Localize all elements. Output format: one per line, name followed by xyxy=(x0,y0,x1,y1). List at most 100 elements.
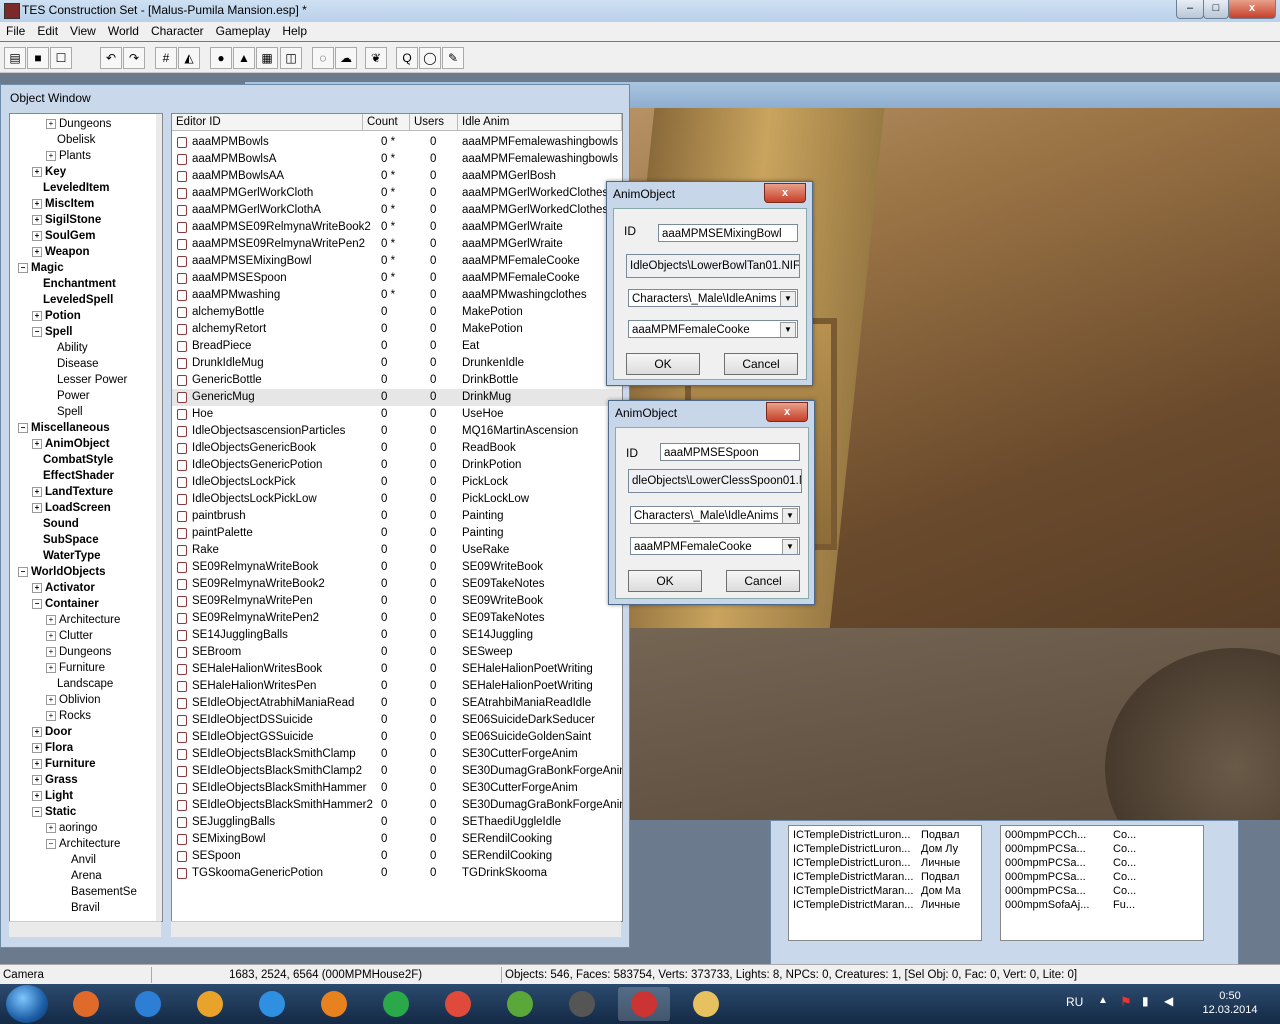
tree-item[interactable]: + Oblivion xyxy=(46,692,101,708)
expand-icon[interactable]: + xyxy=(32,726,42,737)
taskbar-button[interactable] xyxy=(308,987,360,1021)
expand-icon[interactable]: + xyxy=(32,214,42,225)
table-row[interactable]: aaaMPMBowlsAA 0 * 0 aaaMPMGerlBosh xyxy=(172,168,622,185)
tree-item[interactable]: Enchantment xyxy=(32,276,116,292)
list-hscrollbar[interactable] xyxy=(171,921,621,937)
tree-item[interactable]: + Furniture xyxy=(32,756,95,772)
table-row[interactable]: SE09RelmynaWriteBook 0 0 SE09WriteBook xyxy=(172,559,622,576)
taskbar-button[interactable] xyxy=(618,987,670,1021)
pencil-icon[interactable]: ✎ xyxy=(442,47,464,69)
network-icon[interactable]: ▮ xyxy=(1142,994,1149,1008)
table-row[interactable]: SEIdleObjectsBlackSmithClamp2 0 0 SE30Dumag… xyxy=(172,763,622,780)
table-row[interactable]: SE14JugglingBalls 0 0 SE14Juggling xyxy=(172,627,622,644)
redo-icon[interactable]: ↷ xyxy=(123,47,145,69)
tree-item[interactable]: + Potion xyxy=(32,308,81,324)
preferences-icon[interactable]: ☐ xyxy=(50,47,72,69)
world-icon[interactable]: ● xyxy=(210,47,232,69)
expand-icon[interactable]: + xyxy=(46,118,56,129)
table-row[interactable]: SEIdleObjectsBlackSmithClamp 0 0 SE30Cutter… xyxy=(172,746,622,763)
list-item[interactable]: ICTempleDistrictLuron... Дом Лу xyxy=(793,842,958,856)
menu-file[interactable]: File xyxy=(0,22,31,40)
tree-item[interactable]: LeveledSpell xyxy=(32,292,113,308)
table-row[interactable]: SEHaleHalionWritesPen 0 0 SEHaleHalionPoetW… xyxy=(172,678,622,695)
expand-icon[interactable]: + xyxy=(32,246,42,257)
chevron-down-icon[interactable]: ▼ xyxy=(782,539,798,554)
tree-item[interactable]: + LoadScreen xyxy=(32,500,111,516)
menu-character[interactable]: Character xyxy=(145,22,210,40)
menu-edit[interactable]: Edit xyxy=(31,22,64,40)
tree-item[interactable]: + MiscItem xyxy=(32,196,94,212)
tree-item[interactable]: Sound xyxy=(32,516,79,532)
sky-icon[interactable]: ☁ xyxy=(335,47,357,69)
column-users[interactable]: Users xyxy=(410,114,458,131)
tree-item[interactable]: + Architecture xyxy=(46,612,120,628)
expand-icon[interactable]: + xyxy=(32,742,42,753)
table-row[interactable]: Rake 0 0 UseRake xyxy=(172,542,622,559)
table-row[interactable]: SEMixingBowl 0 0 SERendilCooking xyxy=(172,831,622,848)
column-editor-id[interactable]: Editor ID xyxy=(172,114,363,131)
table-row[interactable]: GenericMug 0 0 DrinkMug xyxy=(172,389,622,406)
tree-item[interactable]: CombatStyle xyxy=(32,452,113,468)
tree-scrollbar[interactable] xyxy=(156,114,162,921)
idle-anim-dropdown[interactable]: aaaMPMFemaleCooke ▼ xyxy=(628,320,798,338)
table-row[interactable]: SEIdleObjectsBlackSmithHammer 0 0 SE30Cutte… xyxy=(172,780,622,797)
taskbar-button[interactable] xyxy=(494,987,546,1021)
list-item[interactable]: ICTempleDistrictMaran... Дом Ма xyxy=(793,884,961,898)
bitmap-icon[interactable]: ▦ xyxy=(256,47,278,69)
expand-icon[interactable]: + xyxy=(32,198,42,209)
tree-item[interactable]: + aoringo xyxy=(46,820,97,836)
collapse-icon[interactable]: − xyxy=(46,838,56,849)
table-row[interactable]: aaaMPMGerlWorkCloth 0 * 0 aaaMPMGerlWorkedC… xyxy=(172,185,622,202)
cell-list[interactable]: ICTempleDistrictLuron... Подвал ICTempleDi… xyxy=(788,825,982,941)
table-row[interactable]: aaaMPMSE09RelmynaWritePen2 0 * 0 aaaMPMGerl… xyxy=(172,236,622,253)
table-row[interactable]: SE09RelmynaWritePen2 0 0 SE09TakeNotes xyxy=(172,610,622,627)
tree-item[interactable]: + SoulGem xyxy=(32,228,95,244)
object-tree[interactable]: + Dungeons Obelisk + Plants + Key LeveledItem + M… xyxy=(9,113,163,922)
dialog-close-icon[interactable]: x xyxy=(766,402,808,422)
table-row[interactable]: TGSkoomaGenericPotion 0 0 TGDrinkSkooma xyxy=(172,865,622,882)
anim-path-dropdown[interactable]: Characters\_Male\IdleAnims ▼ xyxy=(630,506,800,524)
list-item[interactable]: 000mpmPCSa... Co... xyxy=(1005,856,1136,870)
volume-icon[interactable]: ◀ xyxy=(1164,994,1173,1008)
list-item[interactable]: 000mpmPCSa... Co... xyxy=(1005,842,1136,856)
table-row[interactable]: aaaMPMSESpoon 0 * 0 aaaMPMFemaleCooke xyxy=(172,270,622,287)
expand-icon[interactable]: + xyxy=(32,438,42,449)
tree-item[interactable]: − Spell xyxy=(32,324,72,340)
minimize-button[interactable]: – xyxy=(1176,0,1204,19)
tree-item[interactable]: BasementSe xyxy=(60,884,137,900)
undo-icon[interactable]: ↶ xyxy=(100,47,122,69)
tree-item[interactable]: Spell xyxy=(46,404,83,420)
tree-hscrollbar[interactable] xyxy=(9,921,161,937)
tree-item[interactable]: SubSpace xyxy=(32,532,99,548)
collapse-icon[interactable]: − xyxy=(32,598,42,609)
tree-item[interactable]: − Container xyxy=(32,596,99,612)
tree-item[interactable]: Arena xyxy=(60,868,102,884)
tree-item[interactable]: + Light xyxy=(32,788,73,804)
tree-item[interactable]: + Furniture xyxy=(46,660,105,676)
menu-view[interactable]: View xyxy=(64,22,102,40)
leaf-icon[interactable]: ❦ xyxy=(365,47,387,69)
collapse-icon[interactable]: − xyxy=(32,806,42,817)
list-item[interactable]: 000mpmPCSa... Co... xyxy=(1005,884,1136,898)
tree-item[interactable]: Disease xyxy=(46,356,99,372)
expand-icon[interactable]: + xyxy=(46,614,56,625)
table-row[interactable]: SE09RelmynaWritePen 0 0 SE09WriteBook xyxy=(172,593,622,610)
table-row[interactable]: IdleObjectsLockPick 0 0 PickLock xyxy=(172,474,622,491)
taskbar-button[interactable] xyxy=(246,987,298,1021)
table-row[interactable]: IdleObjectsascensionParticles 0 0 MQ16Marti… xyxy=(172,423,622,440)
tree-item[interactable]: − Magic xyxy=(18,260,64,276)
tree-item[interactable]: Lesser Power xyxy=(46,372,127,388)
menu-help[interactable]: Help xyxy=(276,22,313,40)
expand-icon[interactable]: + xyxy=(46,150,56,161)
list-item[interactable]: ICTempleDistrictMaran... Подвал xyxy=(793,870,959,884)
save-icon[interactable]: ■ xyxy=(27,47,49,69)
list-item[interactable]: 000mpmPCCh... Co... xyxy=(1005,828,1136,842)
tree-item[interactable]: − Miscellaneous xyxy=(18,420,110,436)
list-item[interactable]: ICTempleDistrictLuron... Подвал xyxy=(793,828,959,842)
expand-icon[interactable]: + xyxy=(32,486,42,497)
table-row[interactable]: aaaMPMSEMixingBowl 0 * 0 aaaMPMFemaleCooke xyxy=(172,253,622,270)
expand-icon[interactable]: + xyxy=(46,694,56,705)
table-row[interactable]: BreadPiece 0 0 Eat xyxy=(172,338,622,355)
column-idle-anim[interactable]: Idle Anim xyxy=(458,114,622,131)
table-row[interactable]: aaaMPMBowls 0 * 0 aaaMPMFemalewashingbowls xyxy=(172,134,622,151)
